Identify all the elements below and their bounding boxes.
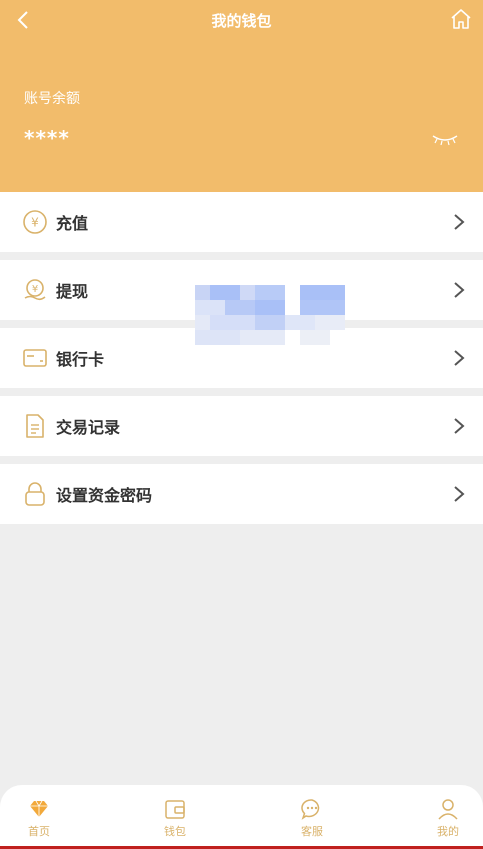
hand-coin-icon: ¥ (22, 277, 48, 303)
person-icon (438, 799, 458, 820)
tab-label: 我的 (437, 825, 459, 838)
chevron-right-icon (454, 282, 465, 298)
document-icon (22, 413, 48, 439)
home-icon[interactable] (449, 7, 473, 31)
balance-value: **** (24, 126, 70, 150)
tab-me[interactable]: 我的 (418, 797, 478, 839)
pixelated-overlay (195, 285, 345, 345)
menu-item-label: 提现 (56, 282, 89, 301)
yuan-coin-icon: ¥ (22, 209, 48, 235)
wallet-icon (165, 800, 185, 819)
menu-item-label: 银行卡 (56, 350, 105, 369)
menu-item-label: 交易记录 (56, 418, 121, 437)
menu-item-recharge[interactable]: ¥ 充值 (0, 192, 483, 252)
tab-label: 钱包 (164, 825, 186, 838)
balance-label: 账号余额 (24, 91, 80, 107)
diamond-icon (30, 800, 48, 817)
tab-label: 客服 (301, 825, 323, 838)
bank-card-icon (22, 345, 48, 371)
nav-bar: 我的钱包 (0, 0, 483, 40)
bottom-tab-bar: 首页 钱包 客服 我的 (0, 785, 483, 849)
menu-item-label: 充值 (56, 214, 89, 233)
svg-text:¥: ¥ (32, 284, 38, 295)
wallet-menu: ¥ 充值 ¥ 提现 银行卡 交易记录 设置资金密码 (0, 192, 483, 532)
chat-icon (301, 799, 320, 820)
tab-customer-service[interactable]: 客服 (282, 797, 342, 839)
menu-item-fund-password[interactable]: 设置资金密码 (0, 464, 483, 524)
svg-text:¥: ¥ (31, 216, 39, 230)
tab-label: 首页 (28, 825, 50, 838)
tab-wallet[interactable]: 钱包 (145, 797, 205, 839)
menu-item-transactions[interactable]: 交易记录 (0, 396, 483, 456)
page-title: 我的钱包 (211, 12, 272, 30)
chevron-right-icon (454, 214, 465, 230)
chevron-right-icon (454, 418, 465, 434)
eye-closed-icon[interactable] (431, 132, 459, 146)
chevron-right-icon (454, 486, 465, 502)
chevron-right-icon (454, 350, 465, 366)
menu-item-label: 设置资金密码 (56, 486, 153, 505)
tab-home[interactable]: 首页 (9, 797, 69, 839)
lock-icon (22, 481, 48, 507)
wallet-header: 我的钱包 账号余额 **** (0, 0, 483, 192)
